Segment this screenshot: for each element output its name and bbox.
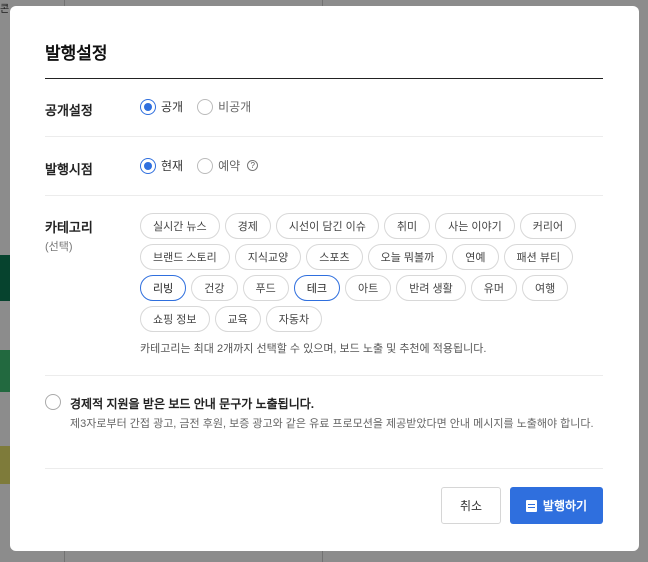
category-chip[interactable]: 여행 — [522, 275, 569, 301]
category-chip-row: 리빙 건강 푸드 테크 아트 반려 생활 유머 여행 — [140, 275, 580, 301]
category-chip-list: 실시간 뉴스 경제 시선이 담긴 이슈 취미 사는 이야기 커리어브랜드 스토리 지식교양 스… — [140, 213, 580, 337]
category-chip[interactable]: 오늘 뭐볼까 — [367, 244, 448, 270]
category-chip[interactable]: 아트 — [345, 275, 392, 301]
visibility-public-radio[interactable]: 공개 — [140, 98, 183, 115]
category-chip[interactable]: 쇼핑 정보 — [140, 306, 210, 332]
timing-now-radio[interactable]: 현재 — [140, 157, 183, 174]
timing-radio-group: 현재 예약 ? — [140, 157, 259, 174]
category-chip[interactable]: 사는 이야기 — [435, 213, 515, 239]
sponsored-notice-checkbox[interactable] — [45, 394, 61, 410]
category-chip[interactable]: 스포츠 — [306, 244, 363, 270]
category-chip[interactable]: 반려 생활 — [396, 275, 466, 301]
radio-unchecked-icon — [197, 98, 214, 115]
category-sub-label: (선택) — [45, 241, 73, 253]
category-chip[interactable]: 리빙 — [140, 275, 187, 301]
section-divider — [45, 468, 603, 469]
category-chip[interactable]: 지식교양 — [234, 244, 302, 270]
modal-title: 발행설정 — [45, 44, 108, 63]
publish-button-label: 발행하기 — [542, 499, 588, 513]
radio-checked-icon — [140, 157, 156, 174]
publish-settings-modal: 발행설정 공개설정 공개 비공개 발행시점 현재 예약 ? 카테고리 (선택) … — [10, 6, 639, 551]
publish-button[interactable]: 발행하기 — [510, 487, 603, 524]
category-chip[interactable]: 유머 — [470, 275, 518, 301]
timing-label: 발행시점 — [45, 162, 93, 177]
radio-unchecked-icon — [197, 157, 214, 174]
visibility-label: 공개설정 — [45, 103, 93, 118]
category-chip[interactable]: 커리어 — [519, 213, 577, 239]
visibility-private-radio[interactable]: 비공개 — [197, 98, 251, 115]
document-icon — [525, 499, 537, 512]
category-chip[interactable]: 연예 — [452, 244, 499, 270]
title-divider — [45, 78, 603, 79]
category-chip[interactable]: 시선이 담긴 이슈 — [275, 213, 379, 239]
category-chip-row: 브랜드 스토리 지식교양 스포츠 오늘 뭐볼까 연예 패션 뷰티 — [140, 244, 580, 270]
category-chip[interactable]: 패션 뷰티 — [503, 244, 574, 270]
category-chip[interactable]: 경제 — [224, 213, 271, 239]
section-divider — [45, 136, 603, 137]
sponsored-notice-description: 제3자로부터 간접 광고, 금전 후원, 보증 광고와 같은 유료 프로모션을 … — [70, 418, 594, 430]
category-chip[interactable]: 취미 — [383, 213, 431, 239]
category-chip[interactable]: 푸드 — [242, 275, 289, 301]
category-chip[interactable]: 브랜드 스토리 — [140, 244, 230, 270]
visibility-radio-group: 공개 비공개 — [140, 98, 251, 115]
category-chip[interactable]: 건강 — [191, 275, 238, 301]
section-divider — [45, 375, 603, 376]
cancel-button[interactable]: 취소 — [441, 487, 501, 524]
section-divider — [45, 195, 603, 196]
category-label: 카테고리 — [45, 220, 93, 235]
category-note: 카테고리는 최대 2개까지 선택할 수 있으며, 보드 노출 및 추천에 적용됩… — [140, 343, 487, 355]
category-chip-row: 실시간 뉴스 경제 시선이 담긴 이슈 취미 사는 이야기 커리어 — [140, 213, 580, 239]
sponsored-notice-title: 경제적 지원을 받은 보드 안내 문구가 노출됩니다. — [70, 397, 315, 411]
category-chip-row: 쇼핑 정보 교육 자동차 — [140, 306, 580, 332]
category-chip[interactable]: 테크 — [293, 275, 340, 301]
category-chip[interactable]: 교육 — [214, 306, 261, 332]
category-chip[interactable]: 실시간 뉴스 — [140, 213, 220, 239]
help-icon[interactable]: ? — [247, 160, 259, 171]
timing-schedule-radio[interactable]: 예약 ? — [197, 157, 259, 174]
category-chip[interactable]: 자동차 — [265, 306, 323, 332]
radio-checked-icon — [140, 98, 156, 115]
